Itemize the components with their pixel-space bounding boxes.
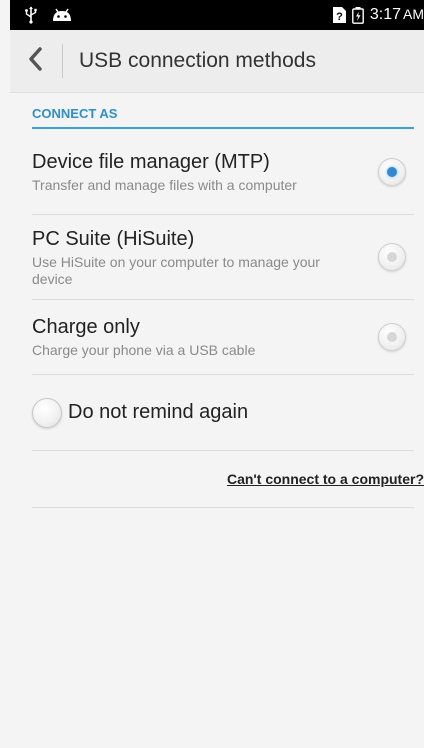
back-button[interactable]	[10, 30, 62, 92]
radio-hisuite[interactable]	[378, 243, 406, 271]
remind-row[interactable]: Do not remind again	[32, 375, 414, 451]
option-hisuite[interactable]: PC Suite (HiSuite) Use HiSuite on your c…	[32, 215, 414, 300]
usb-icon	[24, 6, 38, 24]
help-row: Can't connect to a computer?	[32, 451, 424, 508]
status-right: ? 3:17 AM	[332, 6, 424, 24]
page-title: USB connection methods	[79, 49, 316, 72]
cant-connect-link[interactable]: Can't connect to a computer?	[227, 471, 424, 487]
radio-mtp[interactable]	[378, 157, 406, 186]
clock-time: 3:17	[369, 6, 401, 23]
radio-mtp-dot	[387, 166, 397, 177]
battery-charging-icon	[351, 6, 364, 24]
status-bar: ? 3:17 AM	[10, 0, 424, 30]
svg-text:?: ?	[336, 11, 343, 23]
main-content: CONNECT AS Device file manager (MTP) Tra…	[10, 92, 424, 508]
option-charge-only-title: Charge only	[32, 316, 140, 338]
option-hisuite-title: PC Suite (HiSuite)	[32, 227, 195, 250]
option-mtp-subtitle: Transfer and manage files with a compute…	[32, 176, 297, 193]
app-bar: USB connection methods	[10, 30, 424, 93]
status-left	[24, 6, 72, 24]
option-hisuite-texts: PC Suite (HiSuite) Use HiSuite on your c…	[32, 227, 364, 288]
option-hisuite-subtitle: Use HiSuite on your computer to manage y…	[32, 253, 320, 287]
do-not-remind-checkbox[interactable]	[32, 397, 62, 428]
option-mtp-title: Device file manager (MTP)	[32, 150, 270, 173]
option-charge-only[interactable]: Charge only Charge your phone via a USB …	[32, 300, 414, 375]
option-charge-only-texts: Charge only Charge your phone via a USB …	[32, 315, 267, 359]
clock-ampm: AM	[403, 6, 424, 22]
option-mtp[interactable]: Device file manager (MTP) Transfer and m…	[32, 129, 414, 215]
no-sim-icon: ?	[332, 7, 346, 23]
radio-charge-only-dot	[387, 332, 397, 342]
android-debug-icon	[52, 8, 72, 22]
option-charge-only-subtitle: Charge your phone via a USB cable	[32, 342, 256, 358]
option-mtp-texts: Device file manager (MTP) Transfer and m…	[32, 150, 309, 194]
chevron-left-icon	[28, 46, 44, 76]
clock: 3:17 AM	[370, 6, 424, 24]
radio-hisuite-dot	[387, 252, 397, 262]
radio-charge-only[interactable]	[378, 323, 406, 351]
section-header-connect-as: CONNECT AS	[32, 92, 414, 129]
do-not-remind-label: Do not remind again	[68, 401, 249, 423]
app-bar-divider	[62, 44, 63, 78]
